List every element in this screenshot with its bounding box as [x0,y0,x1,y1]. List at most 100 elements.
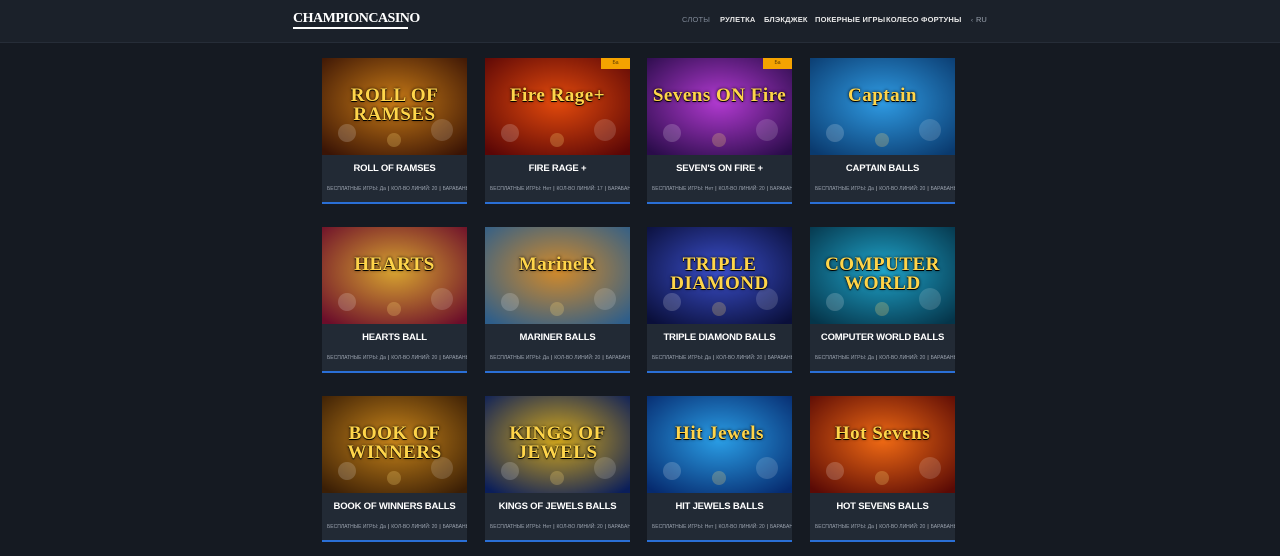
lines-label: КОЛ-ВО ЛИНИЙ: [716,355,756,361]
reels-label: БАРАБАНЫ: [442,186,467,192]
game-title[interactable]: HEARTS BALL [322,332,467,343]
game-thumbnail[interactable]: Hit Jewels [647,396,792,493]
game-meta: БЕСПЛАТНЫЕ ИГРЫ: Да | КОЛ-ВО ЛИНИЙ: 20 | БАР… [327,524,467,530]
divider: | [712,355,715,361]
language-selector[interactable]: ‹ RU [971,15,987,24]
game-badge: Ба [763,58,792,69]
free-games-value: Да [379,186,386,192]
game-badge: Ба [601,58,630,69]
logo-right: CASINO [368,11,420,26]
game-title[interactable]: COMPUTER WORLD BALLS [810,332,955,343]
game-card[interactable]: Sevens ON Fire Ба SEVEN'S ON FIRE + БЕСП… [647,58,792,204]
game-title[interactable]: SEVEN'S ON FIRE + [647,163,792,174]
game-card[interactable]: Fire Rage+ Ба FIRE RAGE + БЕСПЛАТНЫЕ ИГР… [485,58,630,204]
game-meta: БЕСПЛАТНЫЕ ИГРЫ: Да | КОЛ-ВО ЛИНИЙ: 20 | БАР… [815,186,955,192]
game-thumbnail[interactable]: ROLL OF RAMSES [322,58,467,155]
game-art-title: COMPUTER WORLD [825,254,940,294]
game-title[interactable]: MARINER BALLS [485,332,630,343]
game-thumbnail[interactable]: COMPUTER WORLD [810,227,955,324]
nav-blackjack[interactable]: БЛЭКДЖЕК [764,15,808,24]
game-art-title: MarineR [518,254,597,275]
game-title[interactable]: HIT JEWELS BALLS [647,501,792,512]
free-games-value: Да [704,355,711,361]
game-thumbnail[interactable]: MarineR [485,227,630,324]
game-title[interactable]: BOOK OF WINNERS BALLS [322,501,467,512]
reels-label: БАРАБАНЫ: [930,355,955,361]
nav-roulette[interactable]: РУЛЕТКА [720,15,756,24]
game-meta: БЕСПЛАТНЫЕ ИГРЫ: Да | КОЛ-ВО ЛИНИЙ: 20 | БАР… [815,355,955,361]
free-games-value: Да [379,355,386,361]
logo-left: CHAMPION [293,11,369,26]
game-meta: БЕСПЛАТНЫЕ ИГРЫ: Нет | КОЛ-ВО ЛИНИЙ: 20 | БА… [490,524,630,530]
nav-slots[interactable]: СЛОТЫ [682,15,710,24]
nav-wheel-of-fortune[interactable]: КОЛЕСО ФОРТУНЫ [886,15,962,24]
lines-label: КОЛ-ВО ЛИНИЙ: [556,524,596,530]
game-meta: БЕСПЛАТНЫЕ ИГРЫ: Нет | КОЛ-ВО ЛИНИЙ: 17 | БА… [490,186,630,192]
game-thumbnail[interactable]: Captain [810,58,955,155]
game-card[interactable]: ROLL OF RAMSES ROLL OF RAMSES БЕСПЛАТНЫЕ… [322,58,467,204]
game-thumbnail[interactable]: HEARTS [322,227,467,324]
game-card[interactable]: Hit Jewels HIT JEWELS BALLS БЕСПЛАТНЫЕ И… [647,396,792,542]
divider: | [604,186,606,192]
divider: | [875,355,878,361]
game-title[interactable]: ROLL OF RAMSES [322,163,467,174]
divider: | [875,186,878,192]
game-artwork [647,396,792,493]
game-art-title: Fire Rage+ [509,85,606,106]
reels-label: БАРАБАНЫ: [605,355,630,361]
free-games-label: БЕСПЛАТНЫЕ ИГРЫ: [652,524,704,530]
free-games-label: БЕСПЛАТНЫЕ ИГРЫ: [327,186,379,192]
game-artwork [485,58,630,155]
game-card[interactable]: KINGS OF JEWELS KINGS OF JEWELS BALLS БЕ… [485,396,630,542]
lines-value: 20 [431,355,438,361]
free-games-label: БЕСПЛАТНЫЕ ИГРЫ: [490,355,542,361]
game-card[interactable]: TRIPLE DIAMOND TRIPLE DIAMOND BALLS БЕСП… [647,227,792,373]
game-thumbnail[interactable]: Fire Rage+ Ба [485,58,630,155]
lines-label: КОЛ-ВО ЛИНИЙ: [879,524,919,530]
free-games-label: БЕСПЛАТНЫЕ ИГРЫ: [815,355,867,361]
game-title[interactable]: TRIPLE DIAMOND BALLS [647,332,792,343]
free-games-value: Да [379,524,386,530]
game-title[interactable]: KINGS OF JEWELS BALLS [485,501,630,512]
lines-label: КОЛ-ВО ЛИНИЙ: [556,186,596,192]
game-thumbnail[interactable]: Hot Sevens [810,396,955,493]
game-card[interactable]: BOOK OF WINNERS BOOK OF WINNERS BALLS БЕ… [322,396,467,542]
lines-label: КОЛ-ВО ЛИНИЙ: [391,186,431,192]
divider: | [387,355,390,361]
game-card[interactable]: MarineR MARINER BALLS БЕСПЛАТНЫЕ ИГРЫ: Д… [485,227,630,373]
game-artwork [485,227,630,324]
game-title[interactable]: FIRE RAGE + [485,163,630,174]
game-thumbnail[interactable]: Sevens ON Fire Ба [647,58,792,155]
divider: | [387,186,390,192]
game-thumbnail[interactable]: TRIPLE DIAMOND [647,227,792,324]
free-games-label: БЕСПЛАТНЫЕ ИГРЫ: [652,355,704,361]
divider: | [439,186,441,192]
game-meta: БЕСПЛАТНЫЕ ИГРЫ: Да | КОЛ-ВО ЛИНИЙ: 20 | БАР… [327,186,467,192]
lines-value: 20 [756,355,763,361]
game-thumbnail[interactable]: BOOK OF WINNERS [322,396,467,493]
game-card[interactable]: HEARTS HEARTS BALL БЕСПЛАТНЫЕ ИГРЫ: Да | К… [322,227,467,373]
game-thumbnail[interactable]: KINGS OF JEWELS [485,396,630,493]
game-title[interactable]: HOT SEVENS BALLS [810,501,955,512]
game-card[interactable]: COMPUTER WORLD COMPUTER WORLD BALLS БЕСП… [810,227,955,373]
game-title[interactable]: CAPTAIN BALLS [810,163,955,174]
divider: | [766,186,768,192]
game-card[interactable]: Hot Sevens HOT SEVENS BALLS БЕСПЛАТНЫЕ И… [810,396,955,542]
free-games-label: БЕСПЛАТНЫЕ ИГРЫ: [815,524,867,530]
reels-label: БАРАБАНЫ: [607,186,630,192]
lines-label: КОЛ-ВО ЛИНИЙ: [879,355,919,361]
lines-value: 20 [594,355,601,361]
champion-casino-logo[interactable]: CHAMPIONCASINO [293,11,420,29]
lines-value: 20 [597,524,603,530]
reels-label: БАРАБАНЫ: [930,524,955,530]
divider: | [387,524,390,530]
game-card[interactable]: Captain CAPTAIN BALLS БЕСПЛАТНЫЕ ИГРЫ: Д… [810,58,955,204]
game-art-title: Hot Sevens [834,423,931,444]
free-games-label: БЕСПЛАТНЫЕ ИГРЫ: [815,186,867,192]
lines-label: КОЛ-ВО ЛИНИЙ: [391,524,431,530]
site-header: CHAMPIONCASINO СЛОТЫ РУЛЕТКА БЛЭКДЖЕК ПО… [0,0,1280,43]
game-art-title: Hit Jewels [675,423,764,444]
lines-value: 20 [919,524,926,530]
nav-poker-games[interactable]: ПОКЕРНЫЕ ИГРЫ [815,15,885,24]
reels-label: БАРАБАНЫ: [769,186,792,192]
